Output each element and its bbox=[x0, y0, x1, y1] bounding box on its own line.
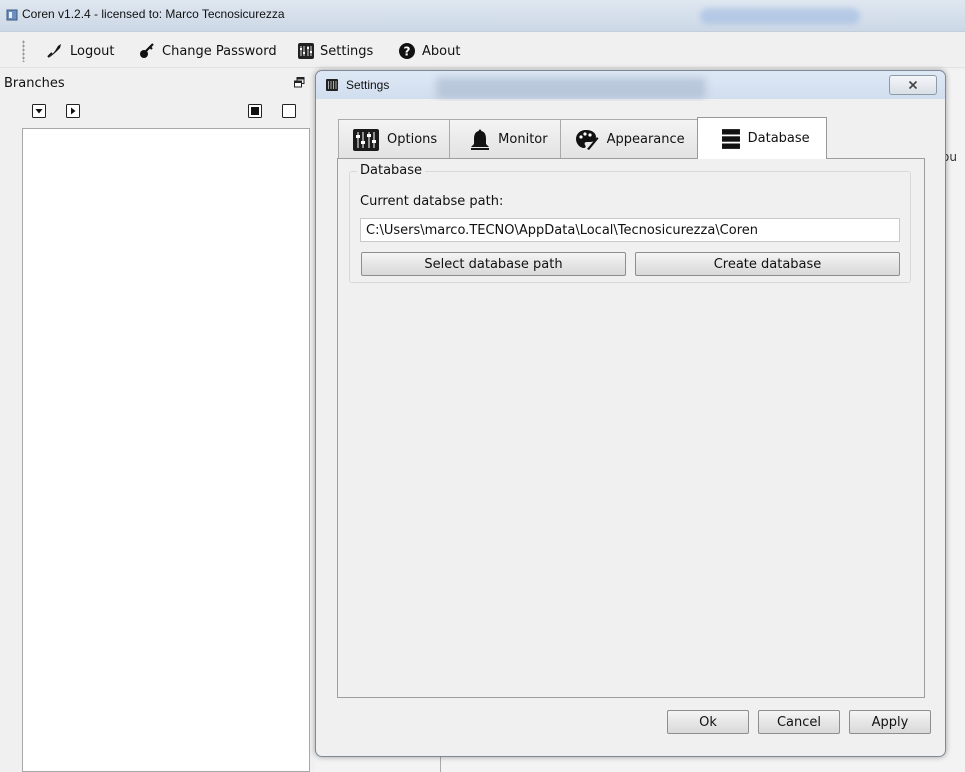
titlebar-blur bbox=[700, 8, 860, 24]
dialog-titlebar: Settings bbox=[316, 71, 945, 99]
dialog-close-button[interactable] bbox=[889, 75, 937, 95]
tab-options[interactable]: Options bbox=[338, 119, 451, 159]
branches-dock-header: Branches bbox=[0, 74, 310, 94]
app-icon bbox=[6, 9, 18, 21]
settings-dialog-icon bbox=[326, 79, 338, 91]
branches-title: Branches bbox=[4, 76, 65, 91]
logout-label: Logout bbox=[70, 43, 115, 59]
database-groupbox: Database Current databse path: Select da… bbox=[349, 163, 911, 283]
window-titlebar: Coren v1.2.4 - licensed to: Marco Tecnos… bbox=[0, 0, 965, 32]
undock-icon[interactable] bbox=[294, 77, 305, 88]
expand-all-icon[interactable] bbox=[32, 104, 46, 118]
close-icon bbox=[908, 80, 918, 90]
dialog-titlebar-blur bbox=[436, 77, 706, 99]
tab-database[interactable]: Database bbox=[696, 117, 827, 159]
key-icon bbox=[140, 43, 154, 58]
collapse-all-icon[interactable] bbox=[66, 104, 80, 118]
logout-button[interactable]: Logout bbox=[46, 39, 115, 63]
change-password-label: Change Password bbox=[162, 43, 277, 59]
toolbar-grip[interactable] bbox=[22, 40, 25, 62]
window-title: Coren v1.2.4 - licensed to: Marco Tecnos… bbox=[22, 7, 285, 21]
main-toolbar: Logout Change Password Settings ? About bbox=[0, 33, 965, 68]
tab-monitor[interactable]: Monitor bbox=[449, 119, 561, 159]
create-database-button[interactable]: Create database bbox=[635, 252, 900, 276]
help-icon: ? bbox=[399, 43, 415, 59]
database-group-title: Database bbox=[357, 163, 426, 178]
apply-button[interactable]: Apply bbox=[849, 710, 931, 734]
settings-label: Settings bbox=[320, 43, 374, 59]
database-path-input[interactable] bbox=[360, 218, 900, 242]
settings-icon bbox=[298, 43, 314, 59]
settings-button[interactable]: Settings bbox=[298, 39, 373, 63]
tab-options-label: Options bbox=[387, 132, 438, 147]
palette-icon bbox=[575, 129, 599, 150]
svg-text:?: ? bbox=[404, 45, 411, 59]
cancel-button[interactable]: Cancel bbox=[758, 710, 840, 734]
dialog-title: Settings bbox=[346, 78, 390, 92]
sliders-icon bbox=[353, 128, 379, 151]
about-button[interactable]: ? About bbox=[398, 39, 460, 63]
database-tab-pane: Database Current databse path: Select da… bbox=[337, 158, 925, 698]
tab-appearance-label: Appearance bbox=[606, 132, 685, 147]
tab-database-label: Database bbox=[747, 131, 810, 146]
uncheck-all-icon[interactable] bbox=[282, 104, 296, 118]
logout-icon bbox=[47, 44, 61, 58]
tab-appearance[interactable]: Appearance bbox=[559, 119, 698, 159]
tab-monitor-label: Monitor bbox=[498, 132, 548, 147]
select-database-path-button[interactable]: Select database path bbox=[361, 252, 626, 276]
dialog-body: Options Monitor Appearance Database Data… bbox=[322, 101, 939, 751]
change-password-button[interactable]: Change Password bbox=[138, 39, 277, 63]
ok-button[interactable]: Ok bbox=[667, 710, 749, 734]
about-label: About bbox=[422, 43, 461, 59]
check-all-icon[interactable] bbox=[248, 104, 262, 118]
database-path-label: Current databse path: bbox=[360, 194, 504, 209]
bell-icon bbox=[471, 128, 490, 150]
branches-toolbar bbox=[0, 96, 310, 124]
settings-dialog: Settings Options Monitor Appearance Data… bbox=[315, 70, 946, 757]
branches-tree[interactable] bbox=[22, 128, 310, 772]
settings-tabs: Options Monitor Appearance Database bbox=[338, 117, 827, 159]
database-icon bbox=[721, 128, 740, 149]
